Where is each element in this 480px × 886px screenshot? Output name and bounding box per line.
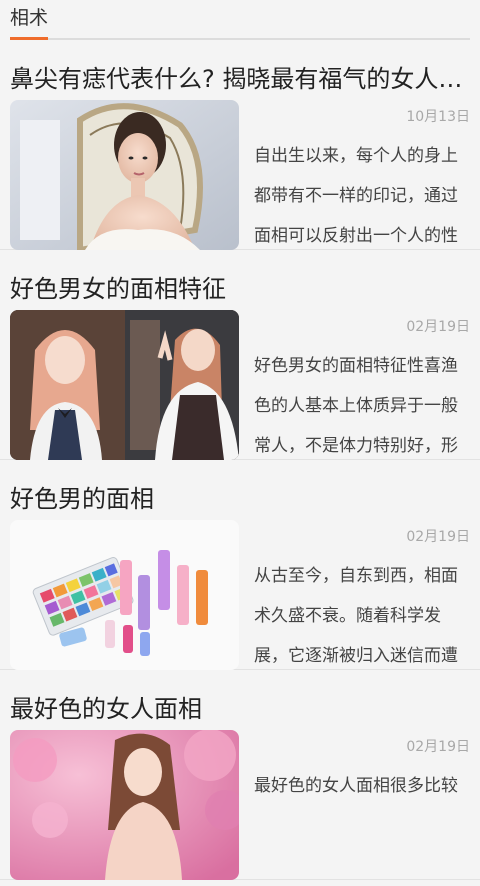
tab-xiangshu[interactable]: 相术: [10, 6, 48, 30]
article-item[interactable]: 好色男的面相 02月19日 从古至今，自东到西，相面术久盛不衰。随着科学发展，它…: [0, 460, 480, 670]
article-thumbnail[interactable]: [10, 520, 239, 670]
article-date: 02月19日: [406, 739, 470, 755]
article-date: 02月19日: [406, 319, 470, 335]
article-item[interactable]: 鼻尖有痣代表什么? 揭晓最有福气的女人面相 10月13日 自出生以来，每个人的身…: [0, 40, 480, 250]
article-thumbnail[interactable]: [10, 310, 239, 460]
article-item[interactable]: 好色男女的面相特征 02月19日 好色男女的面相特征性喜渔色的人基本上体质异于一…: [0, 250, 480, 460]
article-title[interactable]: 鼻尖有痣代表什么? 揭晓最有福气的女人面相: [10, 62, 472, 96]
article-summary: 自出生以来，每个人的身上都带有不一样的印记，通过面相可以反射出一个人的性: [254, 146, 458, 246]
article-title[interactable]: 好色男的面相: [10, 482, 472, 516]
article-date: 10月13日: [406, 109, 470, 125]
article-thumbnail[interactable]: [10, 730, 239, 880]
article-list: 鼻尖有痣代表什么? 揭晓最有福气的女人面相 10月13日 自出生以来，每个人的身…: [0, 40, 480, 880]
article-thumbnail[interactable]: [10, 100, 239, 250]
article-summary: 好色男女的面相特征性喜渔色的人基本上体质异于一般常人，不是体力特别好，形: [254, 356, 458, 456]
article-title[interactable]: 最好色的女人面相: [10, 692, 472, 726]
article-title[interactable]: 好色男女的面相特征: [10, 272, 472, 306]
top-tab-bar: 相术: [0, 0, 480, 40]
article-summary: 最好色的女人面相很多比较: [254, 776, 458, 796]
article-date: 02月19日: [406, 529, 470, 545]
article-summary: 从古至今，自东到西，相面术久盛不衰。随着科学发展，它逐渐被归入迷信而遭: [254, 566, 458, 666]
article-item[interactable]: 最好色的女人面相 02月19日 最好色的女人面相很多比较: [0, 670, 480, 880]
